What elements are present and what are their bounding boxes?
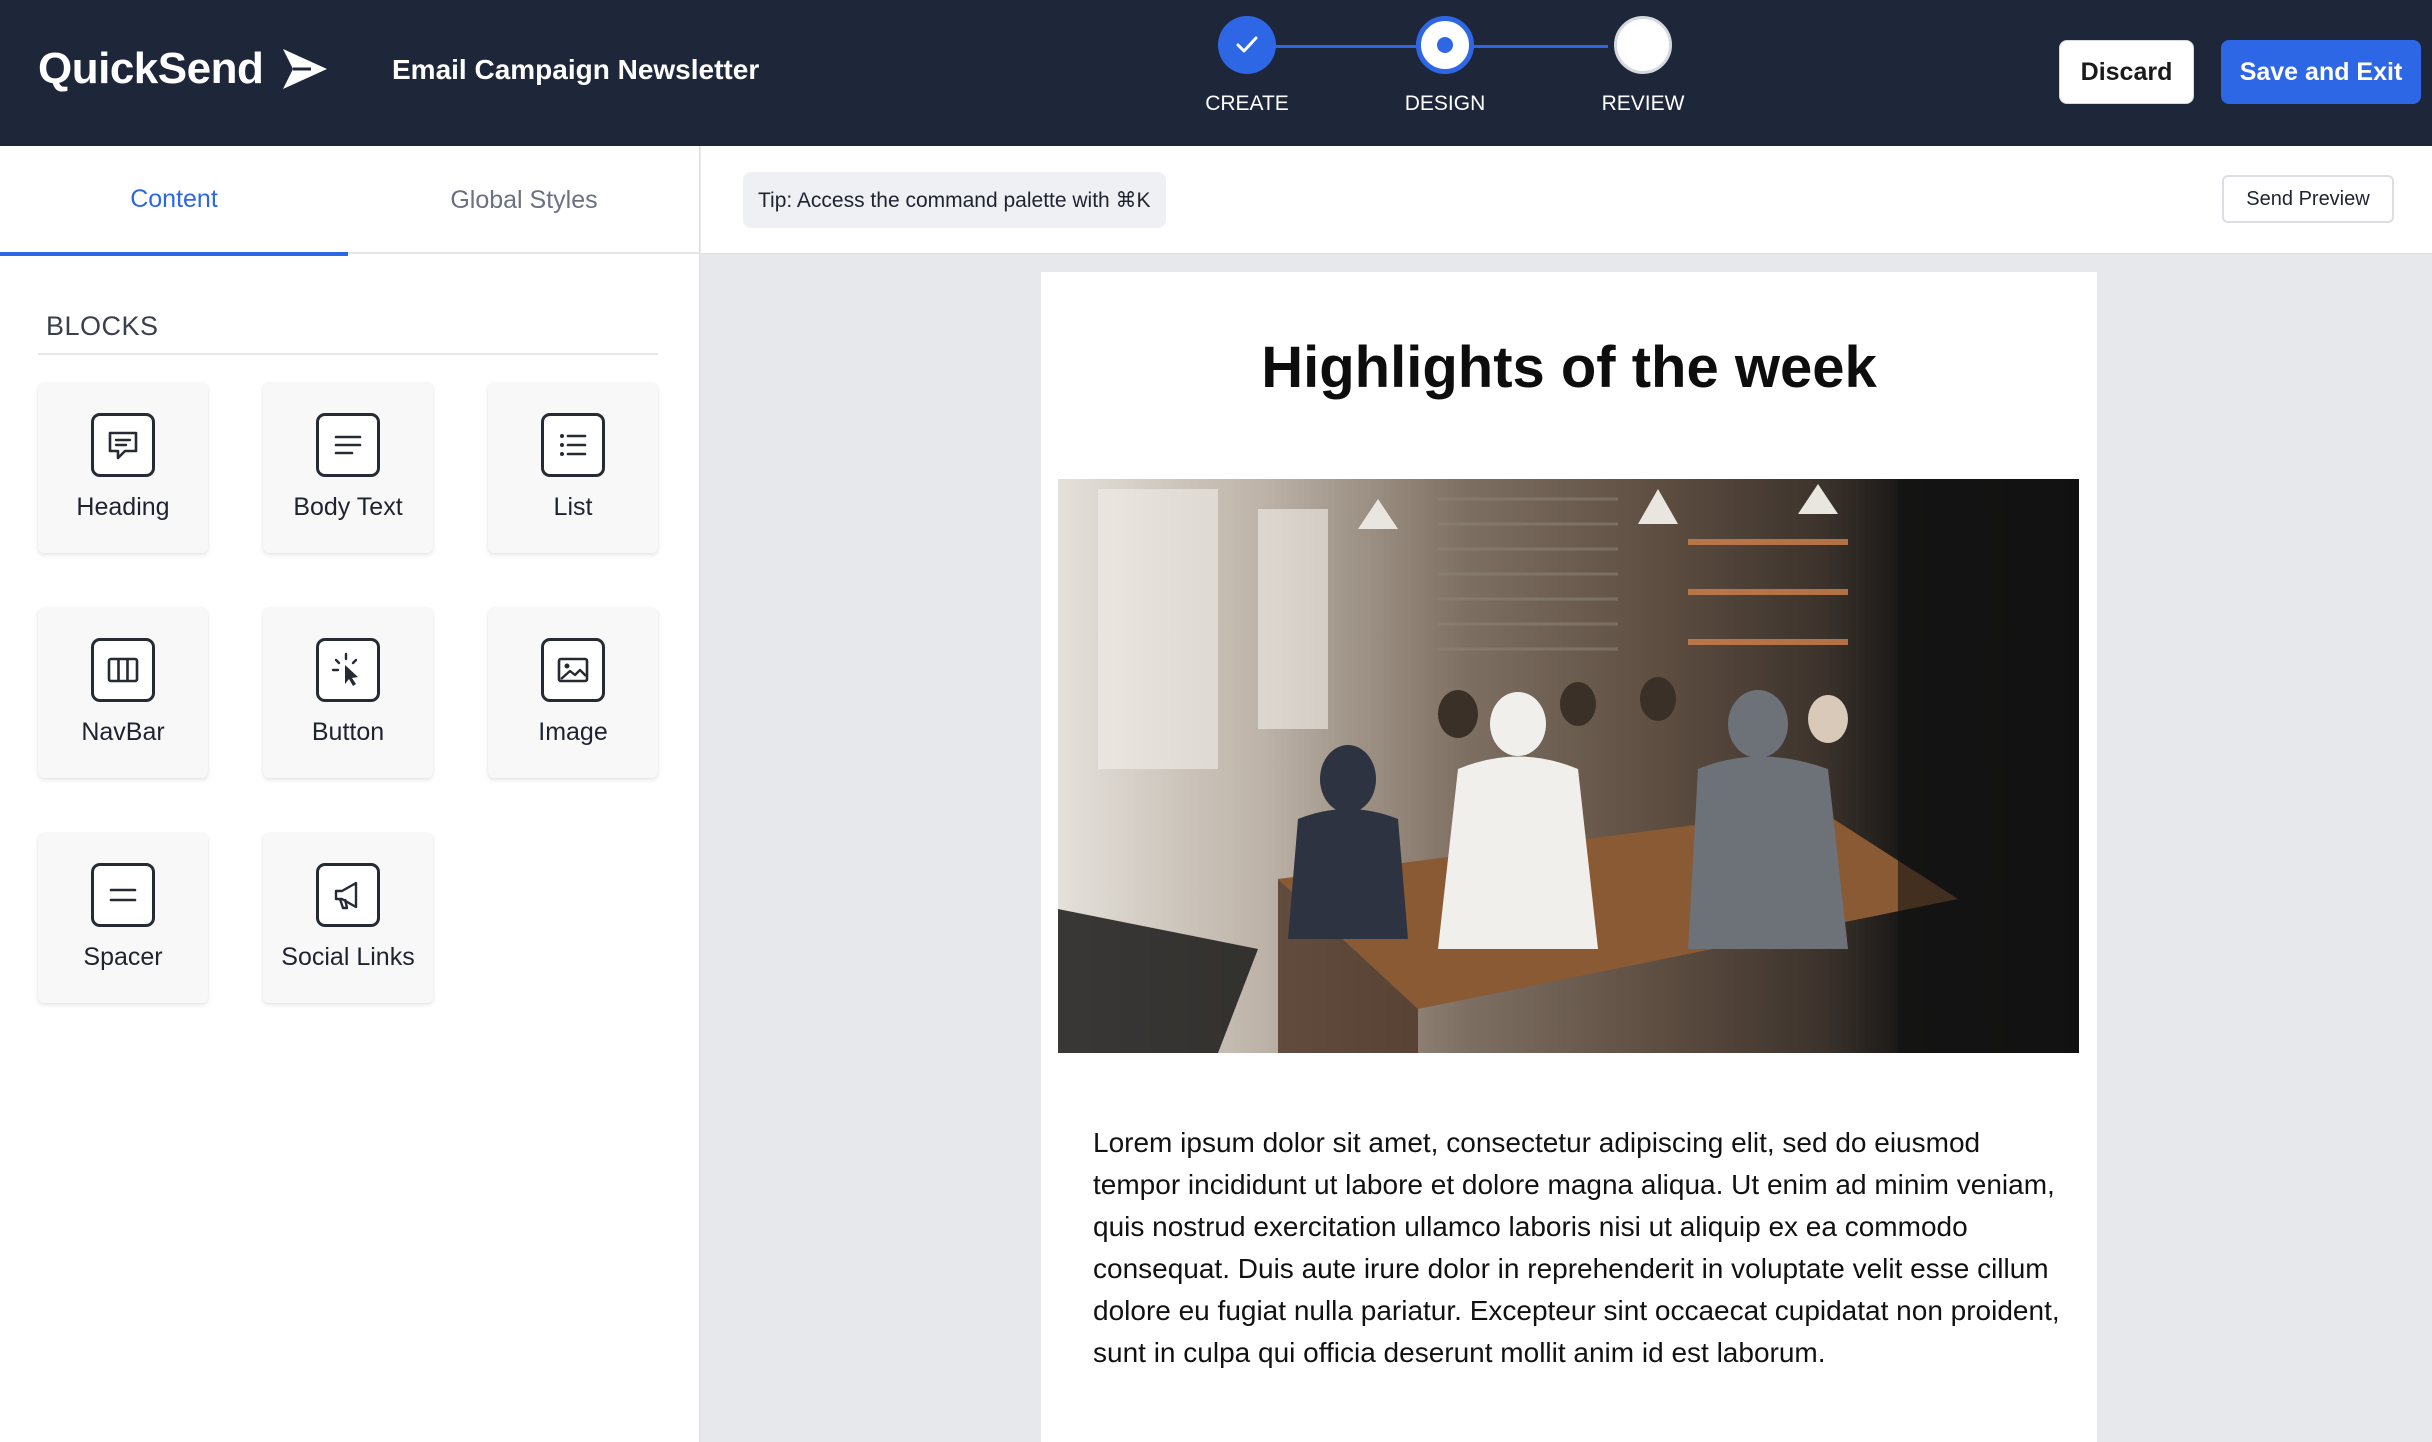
divider — [38, 353, 658, 355]
block-label: List — [553, 493, 593, 521]
email-canvas[interactable]: Highlights of the week Lorem ipsum dolor… — [1041, 272, 2097, 1442]
columns-icon — [91, 638, 155, 702]
block-button[interactable]: Button — [263, 608, 433, 778]
campaign-title: Email Campaign Newsletter — [392, 54, 760, 85]
email-hero-image[interactable] — [1058, 479, 2079, 1053]
step-review-indicator[interactable] — [1614, 16, 1672, 74]
editor-toolbar: Tip: Access the command palette with ⌘K … — [701, 146, 2432, 254]
brand-name: QuickSend — [38, 44, 264, 93]
picture-icon — [541, 638, 605, 702]
tab-content[interactable]: Content — [0, 146, 348, 256]
send-preview-button[interactable]: Send Preview — [2222, 175, 2394, 223]
block-spacer[interactable]: Spacer — [38, 833, 208, 1003]
brand-logo[interactable]: QuickSend — [38, 44, 329, 94]
sidebar-tabs: Content Global Styles — [0, 146, 700, 256]
block-heading[interactable]: Heading — [38, 383, 208, 553]
check-icon — [1236, 36, 1258, 53]
block-label: Body Text — [293, 493, 403, 521]
email-heading[interactable]: Highlights of the week — [1041, 334, 2097, 401]
step-label: DESIGN — [1404, 92, 1486, 115]
step-design-indicator[interactable] — [1416, 16, 1474, 74]
tip-banner: Tip: Access the command palette with ⌘K — [743, 172, 1166, 228]
block-social-links[interactable]: Social Links — [263, 833, 433, 1003]
tab-global-styles[interactable]: Global Styles — [350, 146, 698, 254]
bulleted-list-icon — [541, 413, 605, 477]
block-list[interactable]: List — [488, 383, 658, 553]
block-label: Image — [538, 718, 608, 746]
megaphone-icon — [316, 863, 380, 927]
email-body-text[interactable]: Lorem ipsum dolor sit amet, consectetur … — [1093, 1122, 2063, 1374]
block-label: NavBar — [81, 718, 165, 746]
team-meeting-photo — [1058, 479, 2079, 1053]
save-and-exit-button[interactable]: Save and Exit — [2221, 40, 2421, 104]
click-pointer-icon — [316, 638, 380, 702]
block-navbar[interactable]: NavBar — [38, 608, 208, 778]
spacer-lines-icon — [91, 863, 155, 927]
block-label: Heading — [76, 493, 170, 521]
blocks-section-title: BLOCKS — [46, 311, 159, 341]
discard-button[interactable]: Discard — [2059, 40, 2194, 104]
paper-plane-icon — [283, 49, 328, 89]
text-lines-icon — [316, 413, 380, 477]
block-image[interactable]: Image — [488, 608, 658, 778]
blocks-sidebar: Content Global Styles BLOCKS Heading Bod… — [0, 146, 700, 1442]
step-create-indicator[interactable] — [1218, 16, 1276, 74]
block-label: Button — [311, 718, 385, 746]
block-label: Spacer — [83, 943, 163, 971]
progress-stepper: CREATE DESIGN REVIEW — [1190, 16, 1710, 126]
block-label: Social Links — [281, 943, 415, 971]
chat-bubble-icon — [91, 413, 155, 477]
step-label: REVIEW — [1601, 92, 1685, 115]
step-label: CREATE — [1205, 92, 1289, 115]
top-bar: QuickSend Email Campaign Newsletter CREA… — [0, 0, 2432, 146]
block-body-text[interactable]: Body Text — [263, 383, 433, 553]
